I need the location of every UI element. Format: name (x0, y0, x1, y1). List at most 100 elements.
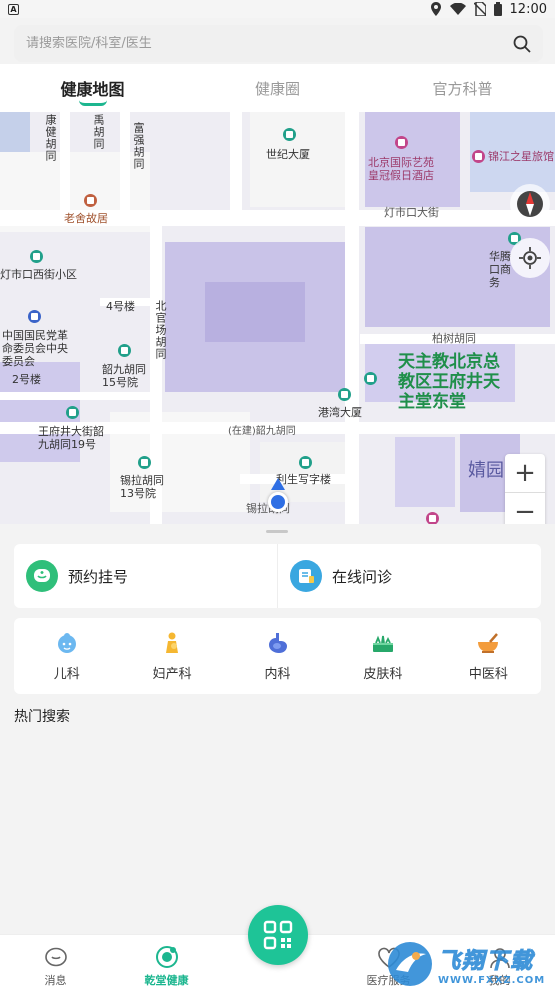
map-label-bldg4: 4号楼 (106, 300, 135, 313)
message-icon (44, 947, 67, 967)
nav-label: 乾堂健康 (144, 974, 189, 987)
pediatrics-icon (57, 632, 76, 653)
tab-official-science[interactable]: 官方科普 (370, 64, 555, 112)
search-input[interactable] (26, 36, 513, 51)
poi-icon[interactable] (66, 406, 79, 419)
locate-button[interactable] (510, 238, 550, 278)
current-location-marker (268, 492, 288, 512)
watermark: 飞翔下载 WWW.FXXZ.COM (386, 936, 551, 992)
scan-icon (263, 920, 293, 950)
bottom-sheet: 预约挂号 在线问诊 儿科 妇产科 内科 皮肤科 中医科 热门搜索 (0, 524, 555, 934)
poi-icon[interactable] (338, 388, 351, 401)
map-label-bldg2: 2号楼 (12, 373, 41, 386)
heading-arrow-icon (271, 478, 285, 490)
poi-icon[interactable] (426, 512, 439, 524)
map-label-xila13: 锡拉胡同13号院 (120, 474, 164, 500)
sheet-drag-handle[interactable] (266, 530, 288, 533)
dept-obstetrics[interactable]: 妇产科 (119, 618, 224, 694)
hot-search-title: 热门搜索 (14, 709, 70, 725)
poi-icon[interactable] (299, 456, 312, 469)
map-label-baishu: 柏树胡同 (432, 332, 476, 345)
status-time: 12:00 (509, 1, 547, 17)
obstetrics-icon (166, 632, 179, 653)
nav-label: 消息 (44, 974, 67, 987)
tab-health-map[interactable]: 健康地图 (0, 64, 185, 112)
tab-label: 健康圈 (254, 79, 300, 98)
zoom-in-button[interactable]: + (505, 454, 545, 492)
dermatology-icon (372, 635, 393, 652)
status-bar: A 12:00 (0, 0, 555, 18)
internal-medicine-icon (268, 632, 287, 653)
map-label-gangwan: 港湾大厦 (318, 406, 362, 419)
nav-qiantang-health[interactable]: 乾堂健康 (111, 935, 222, 994)
tab-label: 官方科普 (432, 79, 493, 98)
map-label-beijing-hotel: 北京国际艺苑皇冠假日酒店 (368, 156, 434, 182)
dept-label: 皮肤科 (363, 666, 403, 682)
dept-internal-medicine[interactable]: 内科 (225, 618, 330, 694)
map-label-century: 世纪大厦 (266, 148, 310, 161)
scan-button[interactable] (248, 905, 308, 965)
poi-icon[interactable] (30, 250, 43, 263)
map-label-wangfujing: 王府井大街韶九胡同19号 (38, 425, 104, 451)
map-label-jinjiang: 锦江之星旅馆 (488, 150, 554, 163)
poi-hotel-icon[interactable] (472, 150, 485, 163)
poi-icon[interactable] (138, 456, 151, 469)
poi-government-icon[interactable] (28, 310, 41, 323)
tcm-icon (478, 632, 499, 653)
quick-actions-card: 预约挂号 在线问诊 (14, 544, 541, 608)
appointment-icon (26, 560, 58, 592)
dept-tcm[interactable]: 中医科 (436, 618, 541, 694)
dept-dermatology[interactable]: 皮肤科 (330, 618, 435, 694)
tab-health-circle[interactable]: 健康圈 (185, 64, 370, 112)
poi-icon[interactable] (118, 344, 131, 357)
qiantang-health-icon (155, 946, 178, 968)
zoom-out-button[interactable]: − (505, 492, 545, 524)
consultation-button[interactable]: 在线问诊 (277, 544, 541, 608)
map-label-kangjian: 康健胡同 (44, 114, 57, 162)
map-label-jingyuan: 婧园 (468, 460, 504, 481)
dept-label: 儿科 (53, 666, 80, 682)
search-icon[interactable] (513, 35, 531, 53)
watermark-title: 飞翔下载 (437, 948, 535, 974)
consultation-label: 在线问诊 (332, 567, 393, 586)
dept-label: 妇产科 (152, 666, 192, 682)
map-label-beiguanchang: 北官场胡同 (154, 300, 167, 360)
top-tabs: 健康地图 健康圈 官方科普 (0, 64, 555, 112)
map-label-shao9: 韶九胡同15号院 (102, 363, 146, 389)
dept-label: 内科 (264, 666, 291, 682)
map-label-yu: 禹胡同 (92, 114, 105, 150)
map-label-dengshikou-street: 灯市口大街 (384, 206, 439, 219)
crosshair-icon (519, 247, 541, 269)
map-label-shao9-road: (在建)韶九胡同 (228, 426, 296, 437)
nav-messages[interactable]: 消息 (0, 935, 111, 994)
location-status-icon (430, 2, 441, 16)
compass-icon (517, 191, 543, 217)
notification-a-icon: A (8, 3, 19, 15)
map-label-cpc: 中国国民党革命委员会中央委员会 (2, 329, 68, 368)
appointment-label: 预约挂号 (68, 567, 129, 586)
no-sim-icon (473, 2, 486, 16)
map-label-fuqiang: 富强胡同 (132, 122, 145, 170)
dept-label: 中医科 (468, 666, 508, 682)
appointment-button[interactable]: 预约挂号 (14, 544, 277, 608)
departments-card: 儿科 妇产科 内科 皮肤科 中医科 (14, 618, 541, 694)
map-label-church: 天主教北京总教区王府井天主堂东堂 (398, 352, 500, 412)
tab-label: 健康地图 (60, 80, 125, 99)
wifi-icon (449, 3, 466, 15)
map-label-laoshe: 老舍故居 (64, 212, 108, 225)
poi-icon[interactable] (283, 128, 296, 141)
map-view[interactable]: 康健胡同 禹胡同 富强胡同 世纪大厦 老舍故居 北京国际艺苑皇冠假日酒店 锦江之… (0, 112, 555, 524)
battery-icon (493, 2, 502, 16)
map-label-dengshikou-west: 灯市口西街小区 (0, 268, 77, 281)
zoom-controls: + − (505, 454, 545, 524)
poi-church-icon[interactable] (364, 372, 377, 385)
watermark-logo-icon (388, 942, 432, 986)
search-bar[interactable] (14, 25, 543, 62)
poi-hotel-icon[interactable] (395, 136, 408, 149)
watermark-url: WWW.FXXZ.COM (438, 974, 546, 986)
poi-landmark-icon[interactable] (84, 194, 97, 207)
dept-pediatrics[interactable]: 儿科 (14, 618, 119, 694)
tab-indicator (78, 100, 107, 106)
compass-button[interactable] (510, 184, 550, 224)
consultation-icon (290, 560, 322, 592)
